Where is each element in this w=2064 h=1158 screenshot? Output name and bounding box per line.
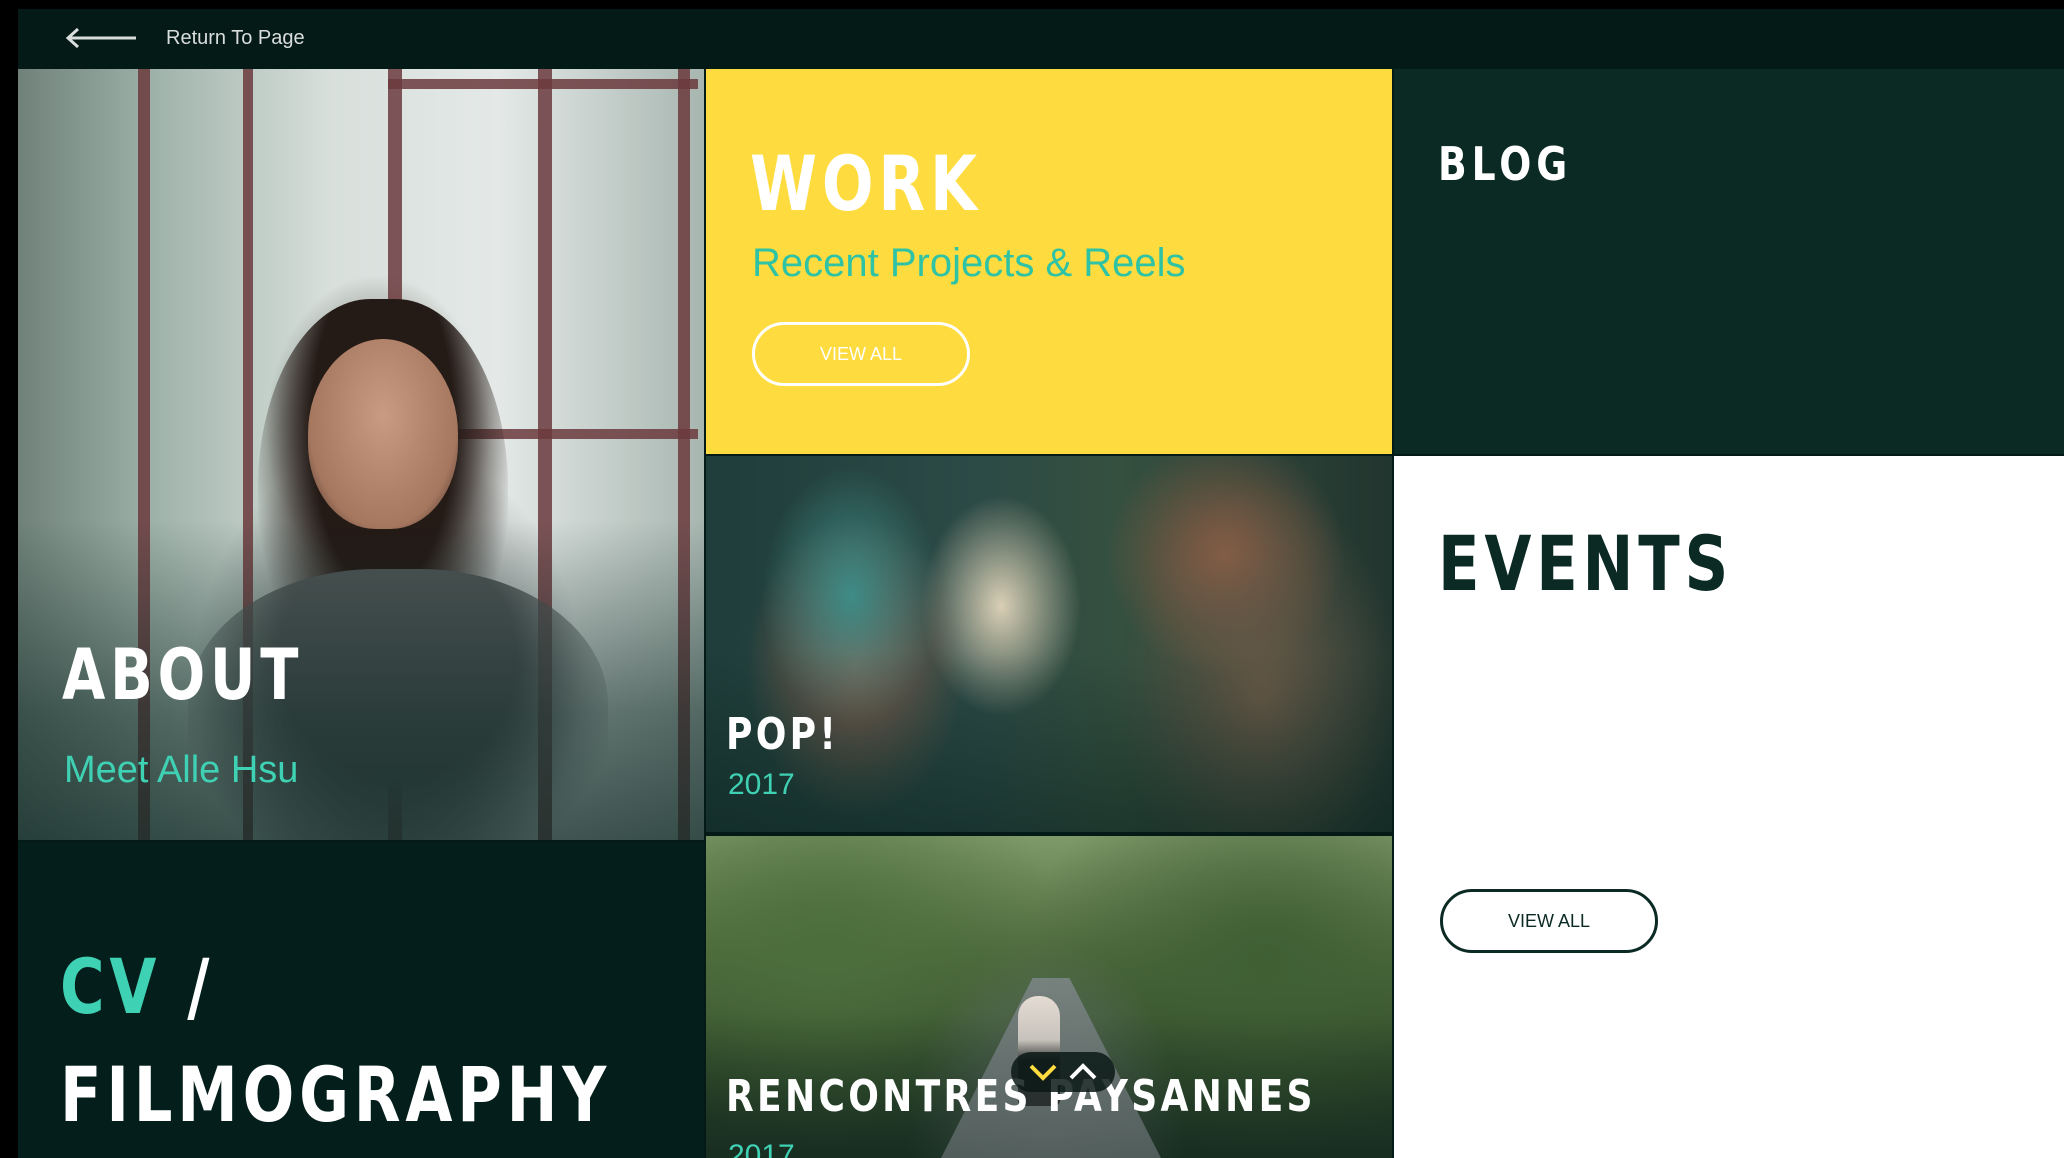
return-to-page-link[interactable]: Return To Page xyxy=(166,27,305,50)
work-view-all-button[interactable]: VIEW ALL xyxy=(752,322,970,386)
cv-title: CV / xyxy=(60,942,214,1031)
work-title: WORK xyxy=(750,139,982,228)
about-subtitle: Meet Alle Hsu xyxy=(64,749,299,791)
events-title: EVENTS xyxy=(1438,519,1734,608)
blog-title: BLOG xyxy=(1438,137,1573,191)
arrow-left-icon[interactable] xyxy=(64,27,138,49)
chevron-down-icon[interactable] xyxy=(1028,1061,1058,1083)
project-year: 2017 xyxy=(728,1139,795,1158)
scroll-nav xyxy=(1011,1052,1115,1092)
about-title: ABOUT xyxy=(62,634,304,716)
blog-tile[interactable]: BLOG xyxy=(1394,69,2064,454)
window-frame xyxy=(388,79,698,89)
chevron-up-icon[interactable] xyxy=(1068,1061,1098,1083)
events-view-all-button[interactable]: VIEW ALL xyxy=(1440,889,1658,953)
project-title: POP! xyxy=(726,709,840,760)
cv-filmography-tile[interactable]: CV / FILMOGRAPHY xyxy=(18,842,704,1158)
portrait-face xyxy=(308,339,458,529)
about-tile[interactable]: ABOUT Meet Alle Hsu xyxy=(18,69,704,840)
top-bar: Return To Page xyxy=(18,9,2064,67)
work-tile[interactable]: WORK Recent Projects & Reels VIEW ALL xyxy=(706,69,1392,454)
filmography-title: FILMOGRAPHY xyxy=(60,1050,612,1139)
work-subtitle: Recent Projects & Reels xyxy=(752,241,1186,285)
project-tile-pop[interactable]: POP! 2017 xyxy=(706,456,1392,832)
project-year: 2017 xyxy=(728,768,795,801)
project-tile-rencontres-paysannes[interactable]: RENCONTRES PAYSANNES 2017 xyxy=(706,836,1392,1158)
page-frame: Return To Page ABOUT Meet Alle Hsu WORK … xyxy=(18,9,2064,1158)
cv-title-accent: CV xyxy=(60,942,162,1031)
events-tile[interactable]: EVENTS VIEW ALL xyxy=(1394,456,2064,1158)
cv-title-slash: / xyxy=(187,942,215,1031)
